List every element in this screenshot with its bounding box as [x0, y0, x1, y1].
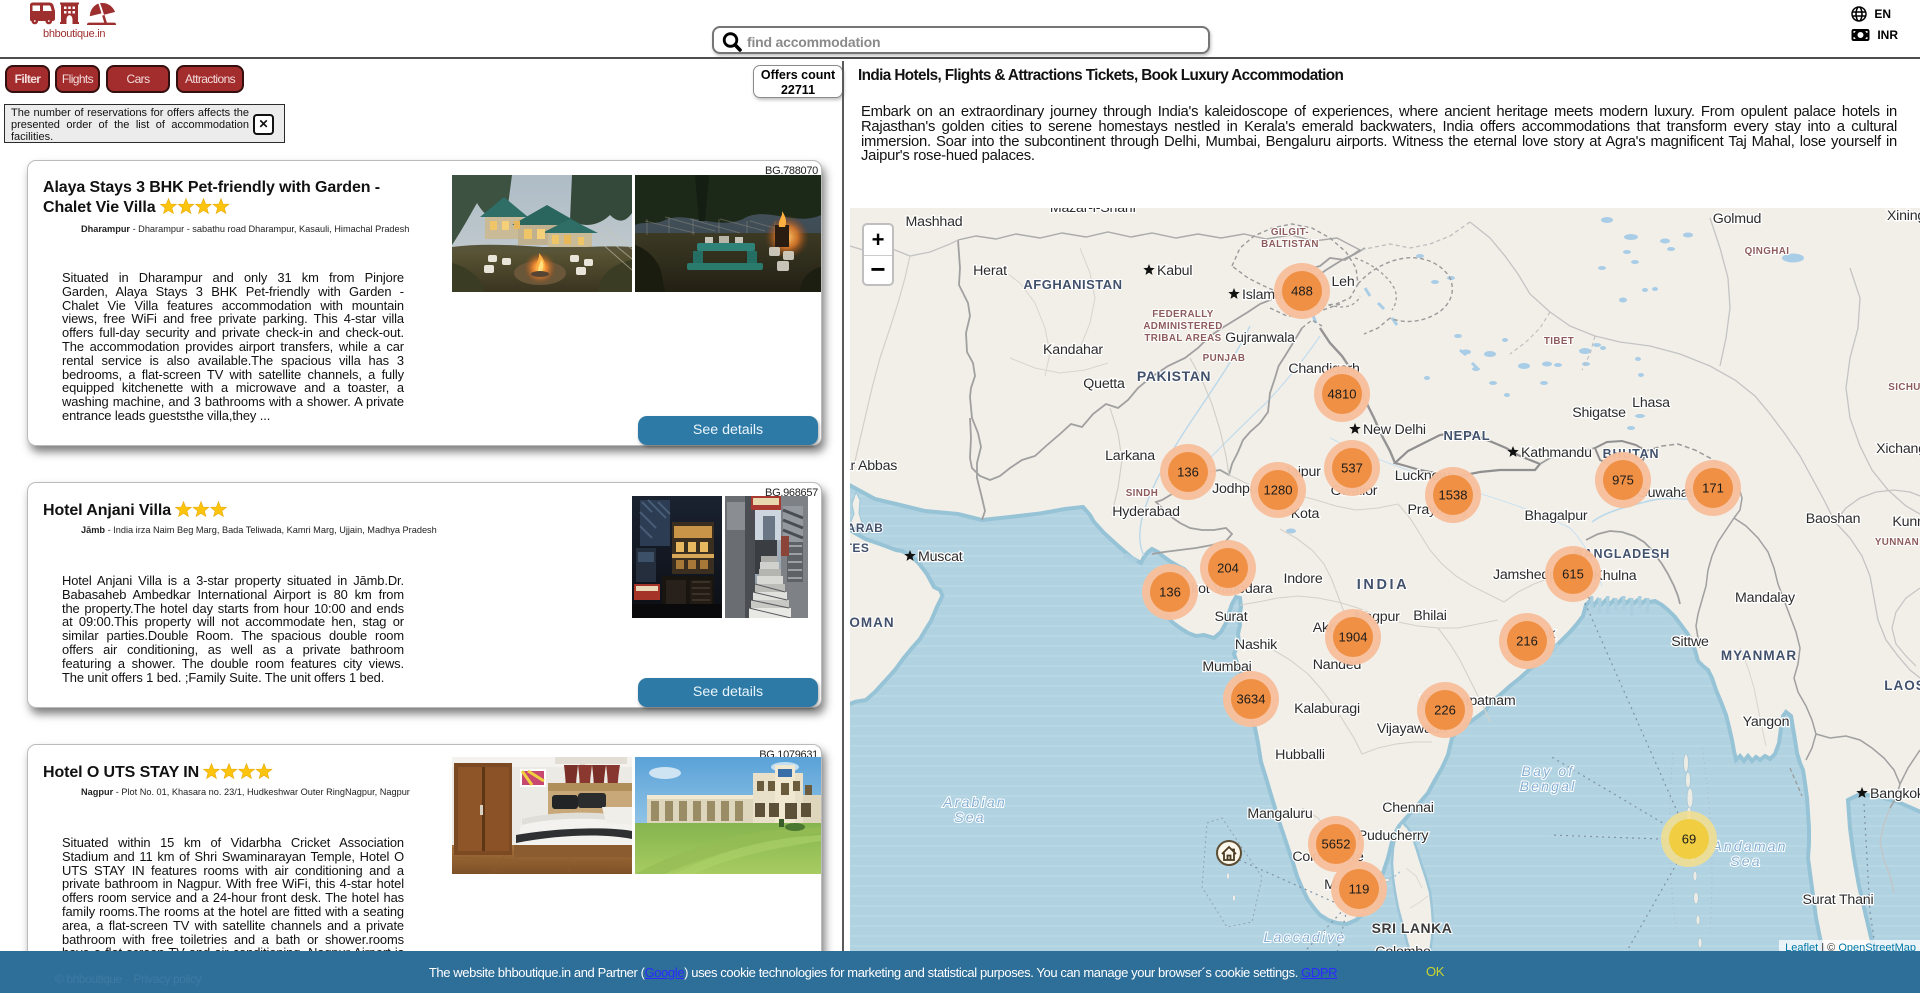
svg-text:FEDERALLY: FEDERALLY [1152, 309, 1214, 320]
svg-text:Kunmi: Kunmi [1892, 514, 1920, 530]
svg-text:119: 119 [1349, 882, 1370, 897]
svg-text:Bangkok: Bangkok [1870, 786, 1920, 802]
svg-text:1280: 1280 [1264, 483, 1293, 498]
svg-text:ADMINISTERED: ADMINISTERED [1143, 321, 1222, 332]
svg-text:615: 615 [1562, 567, 1584, 582]
svg-text:ARAB: ARAB [850, 521, 883, 535]
svg-text:3634: 3634 [1237, 692, 1266, 707]
svg-text:Bhagalpur: Bhagalpur [1525, 508, 1588, 524]
svg-text:Surat: Surat [1215, 609, 1248, 625]
svg-text:Hyderabad: Hyderabad [1112, 504, 1180, 520]
svg-text:Xichang: Xichang [1876, 441, 1920, 457]
svg-text:Sea: Sea [1730, 853, 1762, 869]
svg-text:Gujranwala: Gujranwala [1225, 330, 1295, 346]
svg-text:Kandahar: Kandahar [1043, 342, 1103, 358]
svg-text:PUNJAB: PUNJAB [1203, 353, 1246, 364]
svg-text:Laccadive: Laccadive [1264, 929, 1347, 945]
svg-text:PAKISTAN: PAKISTAN [1137, 368, 1211, 384]
svg-text:Indore: Indore [1283, 571, 1322, 587]
svg-text:YUNNAN: YUNNAN [1875, 537, 1919, 548]
svg-text:Andaman: Andaman [1711, 838, 1787, 854]
svg-text:BALTISTAN: BALTISTAN [1261, 239, 1319, 250]
svg-text:69: 69 [1682, 832, 1696, 847]
svg-text:171: 171 [1702, 481, 1724, 496]
svg-text:4810: 4810 [1328, 387, 1357, 402]
svg-text:Muscat: Muscat [918, 549, 963, 565]
svg-text:136: 136 [1159, 585, 1181, 600]
svg-text:Mangaluru: Mangaluru [1247, 806, 1312, 822]
svg-text:TES: TES [850, 541, 869, 555]
svg-text:226: 226 [1434, 703, 1456, 718]
svg-text:Xining: Xining [1887, 208, 1920, 224]
svg-text:Kalaburagi: Kalaburagi [1294, 701, 1360, 717]
svg-text:1904: 1904 [1339, 630, 1368, 645]
svg-text:Sittwe: Sittwe [1671, 634, 1709, 650]
svg-text:INDIA: INDIA [1357, 577, 1409, 593]
svg-text:Mandalay: Mandalay [1735, 590, 1796, 606]
svg-text:NEPAL: NEPAL [1443, 428, 1490, 443]
svg-text:5652: 5652 [1322, 837, 1351, 852]
svg-text:Mazar-i-Sharif: Mazar-i-Sharif [1050, 208, 1137, 216]
svg-text:SINDH: SINDH [1126, 488, 1158, 499]
svg-text:Mashhad: Mashhad [906, 214, 963, 230]
svg-text:Shigatse: Shigatse [1572, 405, 1626, 421]
svg-text:Nashik: Nashik [1235, 637, 1278, 653]
svg-text:Chennai: Chennai [1382, 800, 1433, 816]
svg-text:Lhasa: Lhasa [1632, 395, 1670, 411]
svg-text:136: 136 [1177, 465, 1199, 480]
svg-text:TRIBAL AREAS: TRIBAL AREAS [1144, 333, 1221, 344]
svg-text:975: 975 [1612, 473, 1634, 488]
svg-text:Hubballi: Hubballi [1275, 747, 1325, 763]
svg-text:216: 216 [1516, 634, 1538, 649]
svg-text:Arabian: Arabian [942, 794, 1007, 810]
svg-text:OMAN: OMAN [850, 615, 895, 630]
svg-text:Bengal: Bengal [1520, 778, 1577, 794]
svg-text:GILGIT-: GILGIT- [1271, 227, 1309, 238]
svg-text:Quetta: Quetta [1083, 376, 1125, 392]
svg-text:Surat Thani: Surat Thani [1803, 892, 1874, 908]
svg-text:SRI LANKA: SRI LANKA [1372, 920, 1453, 936]
svg-text:New Delhi: New Delhi [1363, 422, 1426, 438]
svg-text:Larkana: Larkana [1105, 448, 1155, 464]
svg-text:488: 488 [1291, 284, 1313, 299]
svg-text:QINGHAI: QINGHAI [1745, 246, 1790, 257]
svg-text:Kathmandu: Kathmandu [1521, 445, 1592, 461]
svg-text:Sea: Sea [954, 809, 986, 825]
svg-text:TIBET: TIBET [1544, 336, 1574, 347]
svg-text:Golmud: Golmud [1713, 211, 1761, 227]
svg-text:MYANMAR: MYANMAR [1721, 648, 1797, 663]
svg-text:537: 537 [1341, 461, 1363, 476]
svg-text:Yangon: Yangon [1743, 714, 1790, 730]
svg-text:Puducherry: Puducherry [1358, 828, 1430, 844]
svg-text:AFGHANISTAN: AFGHANISTAN [1023, 277, 1122, 292]
svg-text:Leh: Leh [1331, 274, 1354, 290]
svg-text:Kabul: Kabul [1157, 263, 1192, 279]
svg-text:Bay of: Bay of [1522, 763, 1575, 779]
svg-text:204: 204 [1217, 561, 1239, 576]
svg-text:ar Abbas: ar Abbas [850, 458, 897, 474]
svg-text:Herat: Herat [973, 263, 1007, 279]
svg-text:Baoshan: Baoshan [1806, 511, 1861, 527]
svg-text:Bhilai: Bhilai [1413, 608, 1447, 624]
svg-text:LAOS: LAOS [1884, 678, 1920, 693]
svg-text:1538: 1538 [1439, 488, 1468, 503]
svg-text:SICHUAN: SICHUAN [1888, 382, 1920, 393]
